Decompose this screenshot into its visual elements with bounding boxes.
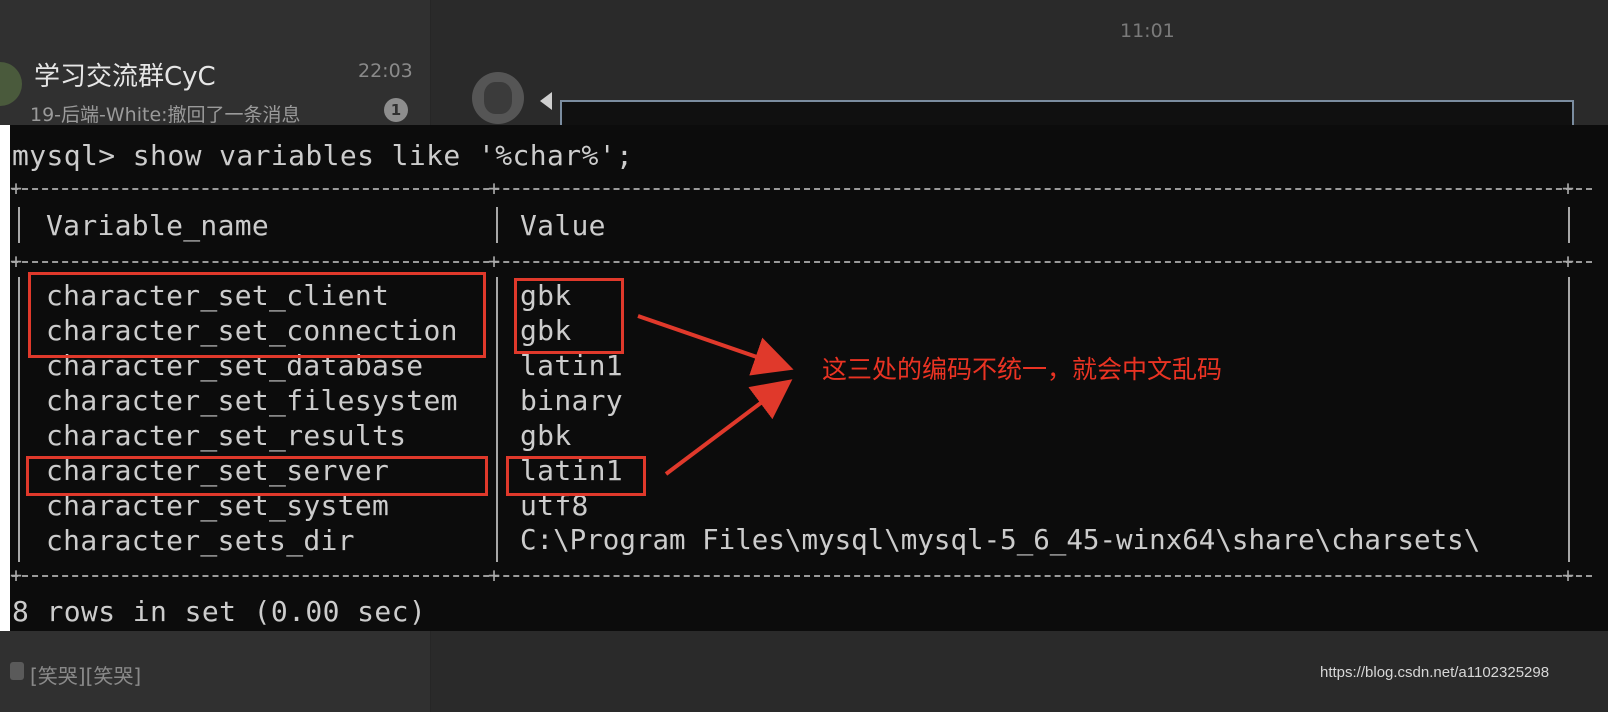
- row-value: gbk: [520, 419, 572, 452]
- chat-preview: 19-后端-White:撤回了一条消息: [30, 104, 301, 126]
- table-border-top: [12, 188, 1592, 190]
- table-vbar: [496, 207, 498, 243]
- annotation-text: 这三处的编码不统一，就会中文乱码: [822, 355, 1223, 384]
- screenshot-edge: [0, 125, 10, 631]
- table-border-header: [12, 261, 1592, 263]
- message-timestamp: 11:01: [1120, 20, 1175, 42]
- highlight-server-name: [26, 456, 488, 496]
- table-corner: +: [1562, 176, 1575, 200]
- column-header-variable: Variable_name: [46, 209, 270, 242]
- chat-preview-bottom: [笑哭][笑哭]: [30, 664, 142, 688]
- chat-time: 22:03: [358, 60, 413, 82]
- table-vbar: [1568, 207, 1570, 243]
- watermark: https://blog.csdn.net/a1102325298: [1320, 664, 1550, 681]
- table-corner: +: [10, 176, 23, 200]
- highlight-client-connection-names: [28, 272, 486, 358]
- group-avatar: [0, 62, 22, 106]
- table-corner: +: [1562, 563, 1575, 587]
- table-vbar: [1568, 277, 1570, 562]
- table-corner: +: [10, 249, 23, 273]
- table-vbar: [18, 277, 20, 562]
- table-vbar: [496, 277, 498, 562]
- table-corner: +: [488, 249, 501, 273]
- bubble-tail: [540, 92, 552, 110]
- unread-badge: 1: [384, 98, 408, 122]
- avatar-face: [484, 82, 512, 114]
- mysql-terminal: mysql> show variables like '%char%'; + +…: [10, 125, 1608, 631]
- highlight-server-value: [506, 456, 646, 496]
- row-value: C:\Program Files\mysql\mysql-5_6_45-winx…: [520, 524, 1481, 556]
- row-value: binary: [520, 384, 623, 417]
- sender-avatar[interactable]: [472, 72, 524, 124]
- table-corner: +: [10, 563, 23, 587]
- chat-group-name[interactable]: 学习交流群CyC: [34, 56, 216, 93]
- row-variable-name: character_sets_dir: [46, 524, 355, 557]
- row-variable-name: character_set_filesystem: [46, 384, 458, 417]
- row-variable-name: character_set_results: [46, 419, 407, 452]
- table-corner: +: [1562, 249, 1575, 273]
- table-border-bottom: [12, 575, 1592, 577]
- chat-icon: [10, 662, 24, 680]
- highlight-client-connection-values: [514, 278, 624, 354]
- mysql-command: mysql> show variables like '%char%';: [12, 139, 634, 172]
- column-header-value: Value: [520, 209, 606, 242]
- table-corner: +: [488, 563, 501, 587]
- result-footer: 8 rows in set (0.00 sec): [12, 595, 427, 628]
- table-corner: +: [488, 176, 501, 200]
- table-vbar: [18, 207, 20, 243]
